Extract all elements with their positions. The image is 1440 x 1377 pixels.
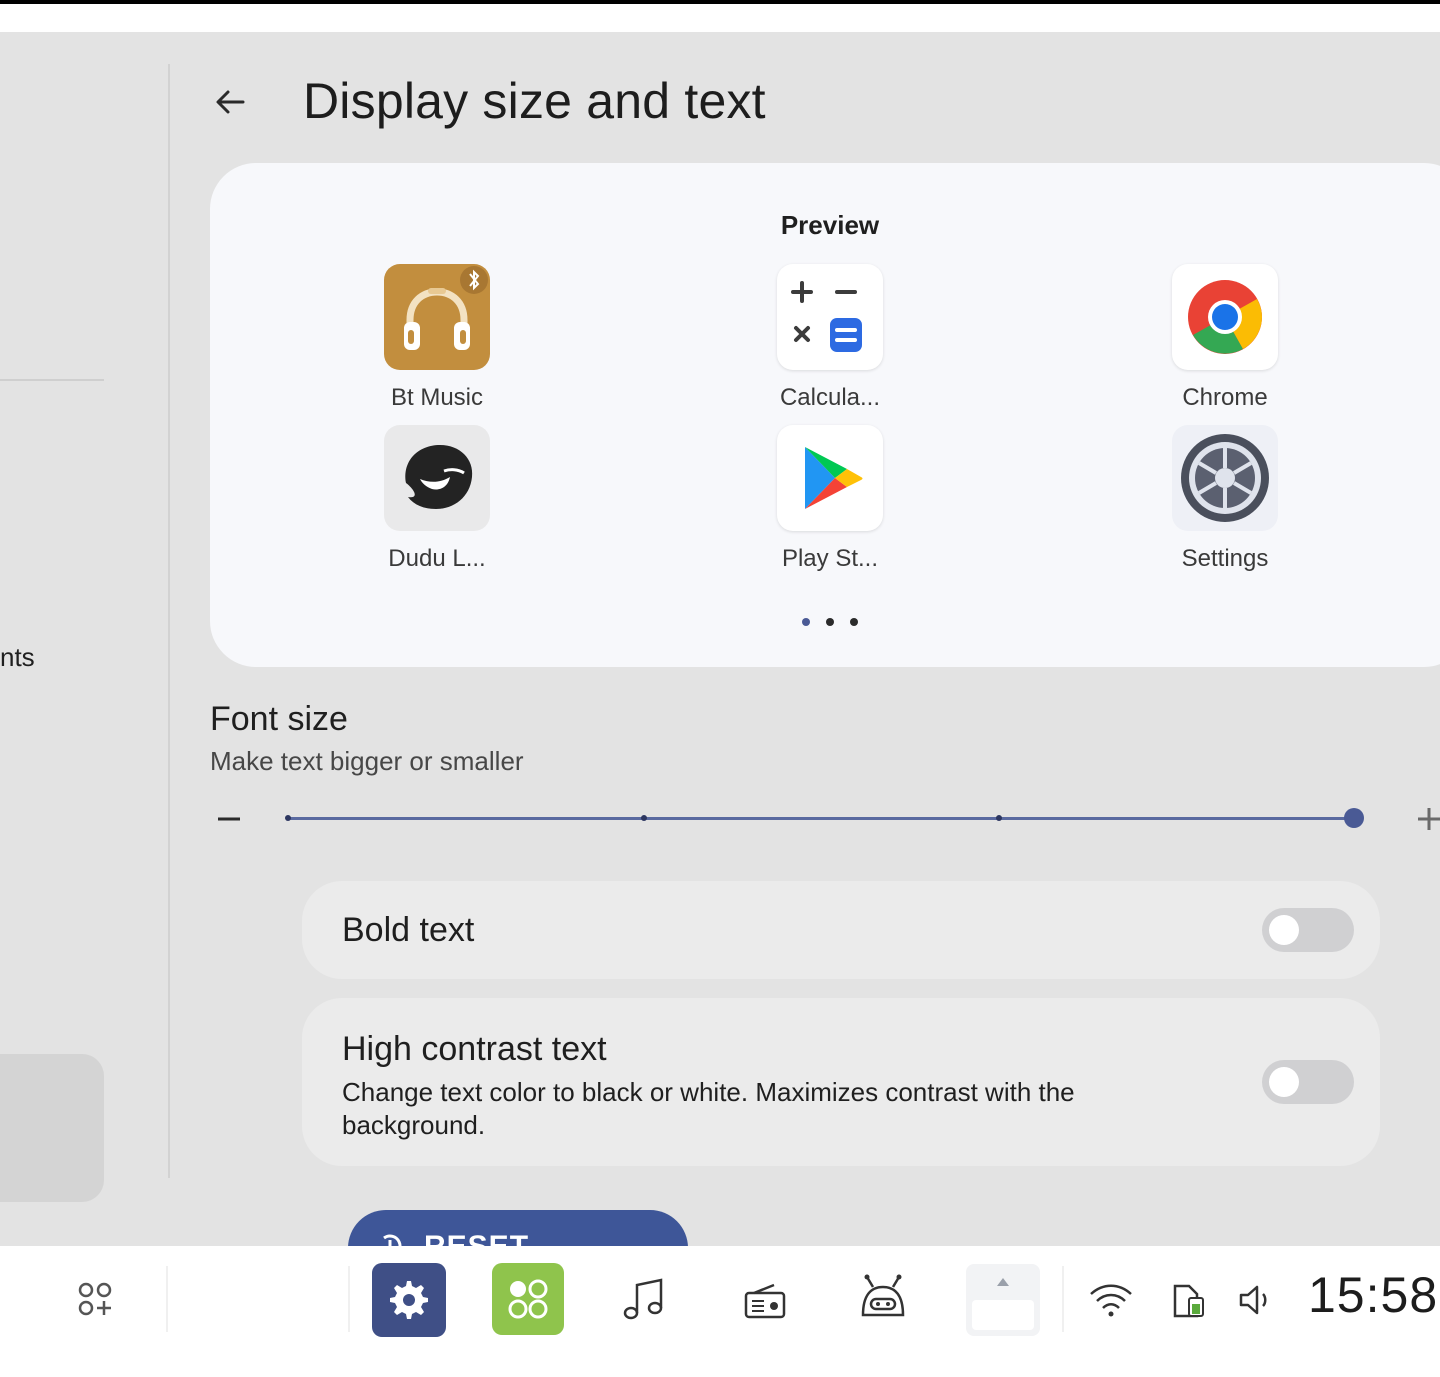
- back-arrow-icon: [216, 90, 245, 114]
- page-title: Display size and text: [303, 73, 766, 129]
- taskbar: [0, 1246, 1440, 1377]
- preview-app-calculator: Calcula...: [730, 264, 930, 412]
- preview-card: Preview Bt Music Calcula... Chrome Dudu …: [210, 163, 1440, 667]
- left-pane-selected-card[interactable]: [0, 1054, 104, 1202]
- high-contrast-title: High contrast text: [342, 1030, 607, 1068]
- reset-icon: [380, 1234, 402, 1246]
- app-label: Play St...: [781, 545, 879, 572]
- high-contrast-subtitle: Change text color to black or white. Max…: [342, 1077, 1075, 1140]
- app-label: Dudu L...: [388, 545, 486, 572]
- taskbar-recent-app[interactable]: [966, 1264, 1040, 1336]
- app-drawer-icon: [78, 1282, 112, 1316]
- preview-page-indicator: [210, 618, 1440, 626]
- app-label: Calcula...: [779, 384, 881, 411]
- volume-status[interactable]: [1232, 1276, 1278, 1324]
- font-size-decrease-button[interactable]: [212, 802, 246, 836]
- preview-app-dudu: Dudu L...: [337, 425, 537, 573]
- left-pane-divider: [0, 379, 104, 381]
- left-pane-item-label[interactable]: nts: [0, 642, 35, 673]
- settings-icon: [390, 1281, 428, 1319]
- back-button[interactable]: [206, 78, 254, 126]
- taskbar-separator: [166, 1266, 168, 1332]
- radio-icon: [744, 1283, 786, 1319]
- play-store-icon: [777, 425, 883, 531]
- font-size-slider-thumb[interactable]: [1344, 808, 1364, 828]
- battery-icon: [1173, 1284, 1204, 1318]
- settings-screen: nts Display size and text Preview Bt Mus…: [0, 32, 1440, 1246]
- chrome-icon: [1172, 264, 1278, 370]
- robot-icon: [861, 1274, 905, 1317]
- taskbar-settings-app[interactable]: [372, 1263, 446, 1337]
- reset-settings-label: RESET SETTINGS: [424, 1230, 582, 1246]
- bold-text-row[interactable]: Bold text: [302, 881, 1380, 979]
- preview-app-bt-music: Bt Music: [337, 264, 537, 412]
- taskbar-music-app[interactable]: [614, 1270, 674, 1330]
- slider-tick: [641, 815, 647, 821]
- dudu-launcher-icon: [384, 425, 490, 531]
- wifi-status[interactable]: [1084, 1276, 1138, 1324]
- plus-icon: [1418, 808, 1440, 830]
- headphones-bluetooth-icon: [384, 264, 490, 370]
- toggle-knob: [1269, 915, 1299, 945]
- minus-icon: [218, 817, 240, 821]
- bold-text-title: Bold text: [342, 911, 475, 949]
- clock: 15:58: [1308, 1267, 1439, 1323]
- launcher-icon: [508, 1279, 548, 1319]
- calculator-icon: [777, 264, 883, 370]
- reset-settings-button[interactable]: RESET SETTINGS: [348, 1210, 688, 1246]
- preview-app-chrome: Chrome: [1125, 264, 1325, 412]
- page-dot[interactable]: [802, 618, 810, 626]
- settings-gear-icon: [1172, 425, 1278, 531]
- recent-app-icon: [972, 1278, 1034, 1330]
- page-dot[interactable]: [826, 618, 834, 626]
- high-contrast-row[interactable]: High contrast text Change text color to …: [302, 998, 1380, 1166]
- preview-app-settings: Settings: [1125, 425, 1325, 573]
- font-size-slider[interactable]: [288, 817, 1356, 820]
- preview-label: Preview: [780, 210, 880, 240]
- taskbar-robot-app[interactable]: [852, 1268, 914, 1330]
- font-size-title: Font size: [210, 700, 348, 738]
- app-label: Settings: [1181, 545, 1269, 572]
- pane-divider: [168, 64, 170, 1178]
- font-size-increase-button[interactable]: [1412, 802, 1440, 836]
- preview-app-play-store: Play St...: [730, 425, 930, 573]
- volume-icon: [1239, 1285, 1267, 1315]
- app-drawer-button[interactable]: [70, 1276, 122, 1324]
- font-size-subtitle: Make text bigger or smaller: [210, 746, 524, 776]
- wifi-icon: [1090, 1284, 1132, 1317]
- toggle-knob: [1269, 1067, 1299, 1097]
- app-label: Bt Music: [390, 384, 483, 411]
- slider-tick: [996, 815, 1002, 821]
- page-dot[interactable]: [850, 618, 858, 626]
- taskbar-radio-app[interactable]: [735, 1272, 795, 1332]
- taskbar-launcher-app[interactable]: [492, 1263, 564, 1335]
- bold-text-toggle[interactable]: [1262, 908, 1354, 952]
- status-strip: [0, 4, 1440, 32]
- taskbar-separator: [348, 1266, 350, 1332]
- slider-tick: [285, 815, 291, 821]
- app-label: Chrome: [1182, 384, 1268, 411]
- high-contrast-toggle[interactable]: [1262, 1060, 1354, 1104]
- battery-status[interactable]: [1164, 1276, 1210, 1324]
- taskbar-separator: [1062, 1266, 1064, 1332]
- music-note-icon: [623, 1278, 663, 1320]
